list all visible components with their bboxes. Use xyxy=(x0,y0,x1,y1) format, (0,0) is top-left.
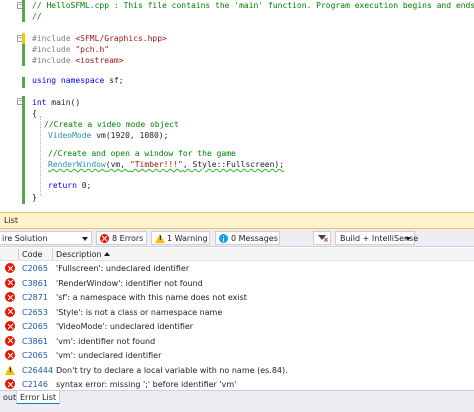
error-code-link[interactable]: C2653 xyxy=(22,308,48,317)
warning-triangle-icon: ! xyxy=(155,234,165,243)
error-row[interactable]: C2653 'Style': is not a class or namespac… xyxy=(0,305,474,320)
filter-x-mark: × xyxy=(323,236,329,244)
error-code-link[interactable]: C3861 xyxy=(22,337,48,346)
chevron-down-icon xyxy=(82,237,88,241)
error-code-link[interactable]: C26444 xyxy=(22,366,53,375)
error-row[interactable]: C2065 'VideoMode': undeclared identifier xyxy=(0,319,474,334)
error-description: syntax error: missing ';' before identif… xyxy=(56,380,237,389)
error-circle-icon xyxy=(5,263,15,273)
column-separator xyxy=(52,249,53,260)
messages-filter-button[interactable]: 0 Messages xyxy=(215,231,280,245)
column-header-code[interactable]: Code xyxy=(22,250,42,259)
change-indicator-unsaved xyxy=(22,33,25,44)
errors-filter-label: 8 Errors xyxy=(112,234,144,243)
sort-ascending-icon xyxy=(104,252,110,256)
warning-row[interactable]: ! C26444 Don't try to declare a local vari… xyxy=(0,363,474,378)
change-indicator-saved xyxy=(22,44,25,66)
error-circle-icon xyxy=(5,292,15,302)
error-list-header: Code Description xyxy=(0,248,474,261)
column-separator xyxy=(18,249,19,260)
error-circle-icon xyxy=(5,321,15,331)
error-circle-icon xyxy=(5,379,15,389)
code-editor[interactable]: − − − // HelloSFML.cpp : This file conta… xyxy=(0,0,474,212)
warnings-filter-button[interactable]: ! 1 Warning xyxy=(151,231,210,245)
editor-gutter: − − − xyxy=(0,0,28,212)
code-line-include-sfml: #include <SFML/Graphics.hpp> xyxy=(32,34,167,43)
code-line-brace-close: } xyxy=(32,193,37,202)
scope-dropdown[interactable]: ire Solution xyxy=(0,231,92,245)
error-row[interactable]: C2065 'Fullscreen': undeclared identifier xyxy=(0,261,474,276)
column-header-description[interactable]: Description xyxy=(56,250,102,259)
code-line-return: return 0; xyxy=(48,181,92,190)
error-description: 'vm': undeclared identifier xyxy=(56,351,162,360)
error-description: 'VideoMode': undeclared identifier xyxy=(56,322,194,331)
error-row[interactable]: C2065 'vm': undeclared identifier xyxy=(0,348,474,363)
code-line-include-pch: #include "pch.h" xyxy=(32,45,110,54)
warning-triangle-icon: ! xyxy=(5,364,15,375)
error-description: Don't try to declare a local variable wi… xyxy=(56,365,288,375)
error-row[interactable]: C3861 'vm': identifier not found xyxy=(0,334,474,349)
error-description: 'RenderWindow': identifier not found xyxy=(56,278,203,288)
error-code-link[interactable]: C2146 xyxy=(22,380,48,389)
code-line-2: // xyxy=(32,12,42,21)
error-row[interactable]: C2871 'sf': a namespace with this name do… xyxy=(0,290,474,305)
error-description: 'Style': is not a class or namespace nam… xyxy=(56,307,223,317)
error-circle-icon xyxy=(5,277,15,288)
code-line-videomode: VideoMode vm(1920, 1080); xyxy=(48,131,169,140)
code-line-comment-videomode: //Create a video mode object xyxy=(44,120,179,129)
tab-error-list[interactable]: Error List xyxy=(16,391,61,405)
code-line-include-iostream: #include <iostream> xyxy=(32,56,124,65)
code-line-1: // HelloSFML.cpp : This file contains th… xyxy=(32,1,474,10)
error-circle-icon xyxy=(5,306,15,317)
warnings-filter-label: 1 Warning xyxy=(167,234,208,243)
code-line-brace-open: { xyxy=(32,109,37,118)
panel-title: List xyxy=(4,216,18,225)
error-description: 'vm': identifier not found xyxy=(56,336,156,346)
code-line-comment-window: //Create and open a window for the game xyxy=(48,149,236,158)
error-circle-icon xyxy=(5,335,15,346)
error-list-toolbar: ire Solution 8 Errors ! 1 Warning 0 Mess… xyxy=(0,229,474,247)
error-description: 'sf': a namespace with this name does no… xyxy=(56,293,247,302)
build-intellisense-dropdown[interactable]: Build + IntelliSense xyxy=(335,231,418,245)
chevron-down-icon xyxy=(405,237,411,241)
errors-filter-button[interactable]: 8 Errors xyxy=(96,231,147,245)
status-bar xyxy=(0,404,474,412)
error-description: 'Fullscreen': undeclared identifier xyxy=(56,264,190,273)
info-circle-icon xyxy=(219,234,228,243)
change-indicator-saved xyxy=(22,0,25,22)
code-line-using: using namespace sf; xyxy=(32,76,124,85)
code-line-renderwindow: RenderWindow(vm, "Timber!!!", Style::Ful… xyxy=(48,160,285,169)
error-row[interactable]: C3861 'RenderWindow': identifier not foun… xyxy=(0,276,474,291)
change-indicator-saved xyxy=(22,77,25,88)
error-circle-icon xyxy=(5,350,15,360)
error-code-link[interactable]: C2065 xyxy=(22,264,48,273)
error-code-link[interactable]: C2065 xyxy=(22,351,48,360)
messages-filter-label: 0 Messages xyxy=(231,234,278,243)
scope-dropdown-label: ire Solution xyxy=(2,234,48,243)
error-code-link[interactable]: C3861 xyxy=(22,279,48,288)
code-lines[interactable]: // HelloSFML.cpp : This file contains th… xyxy=(32,0,474,202)
error-list-rows: C2065 'Fullscreen': undeclared identifier… xyxy=(0,261,474,392)
error-list-title-bar[interactable]: List xyxy=(0,212,474,229)
change-indicator-saved xyxy=(22,96,25,204)
error-code-link[interactable]: C2871 xyxy=(22,293,48,302)
error-code-link[interactable]: C2065 xyxy=(22,322,48,331)
clear-filter-button[interactable]: × xyxy=(313,231,331,245)
code-line-main: int main() xyxy=(32,98,81,107)
error-circle-icon xyxy=(100,234,109,243)
